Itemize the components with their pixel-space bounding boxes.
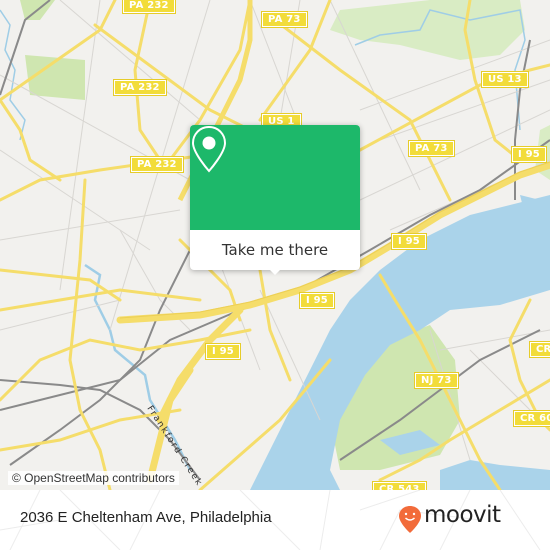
road-shield: PA 232 xyxy=(130,156,184,173)
road-shield: I 95 xyxy=(511,146,547,163)
popup-header xyxy=(190,125,360,230)
address-text: 2036 E Cheltenham Ave, Philadelphia xyxy=(20,509,272,526)
moovit-pin-icon xyxy=(399,506,421,533)
location-popup: Take me there xyxy=(190,125,360,275)
road-shield: PA 73 xyxy=(408,140,455,157)
popup-pointer xyxy=(265,265,285,275)
river xyxy=(440,460,550,490)
road-shield: PA 232 xyxy=(113,79,167,96)
road-shield: US 13 xyxy=(481,71,529,88)
road-shield: I 95 xyxy=(299,292,335,309)
road-shield: CR 543 xyxy=(372,481,427,490)
road-shield: NJ 73 xyxy=(414,372,459,389)
take-me-there-button[interactable]: Take me there xyxy=(190,230,360,270)
moovit-logo[interactable]: moovit xyxy=(398,502,501,534)
map-pin-icon xyxy=(191,125,227,173)
park-area xyxy=(330,0,525,60)
road-shield: PA 73 xyxy=(261,11,308,28)
road-shield: CR 60 xyxy=(512,410,550,427)
road-shield: PA 232 xyxy=(122,0,176,14)
moovit-wordmark: moovit xyxy=(424,502,501,528)
road-shield: CR xyxy=(528,341,550,358)
map[interactable]: Frankford Creek PA 232 PA 232 PA 232 PA … xyxy=(0,0,550,490)
road-shield: I 95 xyxy=(391,233,427,250)
footer: 2036 E Cheltenham Ave, Philadelphia moov… xyxy=(0,490,550,550)
map-attribution[interactable]: © OpenStreetMap contributors xyxy=(8,471,179,485)
road-shield: I 95 xyxy=(205,343,241,360)
